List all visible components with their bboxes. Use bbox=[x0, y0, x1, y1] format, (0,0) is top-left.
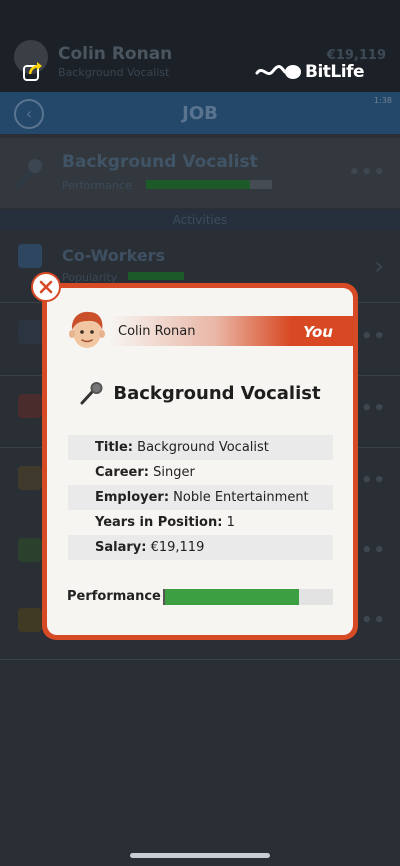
activity-icon bbox=[18, 608, 42, 632]
job-card-performance-label: Performance bbox=[62, 179, 132, 192]
detail-value: Noble Entertainment bbox=[173, 490, 309, 505]
microphone-icon bbox=[80, 382, 103, 405]
job-details-modal: Colin Ronan You Background Vocalist Titl… bbox=[42, 283, 358, 640]
job-heading-title: Background Vocalist bbox=[113, 382, 321, 404]
detail-value: €19,119 bbox=[150, 540, 205, 555]
detail-value: 1 bbox=[226, 515, 235, 530]
detail-value: Background Vocalist bbox=[137, 440, 269, 455]
sperm-logo-icon bbox=[255, 64, 301, 79]
share-icon[interactable] bbox=[22, 60, 44, 82]
avatar-icon bbox=[69, 311, 105, 348]
detail-value: Singer bbox=[153, 465, 195, 480]
nav-time: 1:38 bbox=[374, 96, 392, 105]
activity-icon bbox=[18, 538, 42, 562]
detail-label: Employer: bbox=[95, 490, 170, 505]
performance-bar-fill bbox=[165, 589, 300, 605]
detail-row-career: Career: Singer bbox=[68, 460, 333, 485]
list-item-title: Co-Workers bbox=[62, 246, 166, 265]
job-card-performance-fill bbox=[146, 180, 250, 189]
logo-text: BitLife bbox=[305, 62, 365, 82]
detail-row-employer: Employer: Noble Entertainment bbox=[68, 485, 333, 510]
header-name: Colin Ronan bbox=[58, 44, 173, 64]
list-item-bar bbox=[128, 272, 184, 280]
nav-title: JOB bbox=[182, 103, 218, 124]
activity-icon bbox=[18, 466, 42, 490]
detail-label: Salary: bbox=[95, 540, 147, 555]
detail-row-salary: Salary: €19,119 bbox=[68, 535, 333, 560]
coworkers-icon bbox=[18, 244, 42, 268]
detail-label: Title: bbox=[95, 440, 134, 455]
job-card[interactable] bbox=[0, 138, 400, 208]
detail-row-years: Years in Position: 1 bbox=[68, 510, 333, 535]
home-indicator[interactable] bbox=[130, 853, 270, 858]
microphone-icon bbox=[16, 159, 42, 188]
person-name: Colin Ronan bbox=[118, 324, 196, 339]
detail-label: Career: bbox=[95, 465, 149, 480]
detail-row-title: Title: Background Vocalist bbox=[68, 435, 333, 460]
close-icon bbox=[39, 280, 53, 294]
modal-body: Colin Ronan You Background Vocalist Titl… bbox=[47, 288, 353, 635]
activity-icon bbox=[18, 320, 42, 344]
performance-label: Performance bbox=[67, 589, 161, 604]
bitlife-logo: BitLife bbox=[255, 59, 365, 85]
performance-bar bbox=[163, 589, 333, 605]
close-button[interactable] bbox=[31, 272, 61, 302]
job-card-title: Background Vocalist bbox=[62, 152, 258, 172]
chevron-right-icon[interactable]: › bbox=[374, 252, 384, 280]
activity-icon bbox=[18, 394, 42, 418]
header-subtitle: Background Vocalist bbox=[58, 66, 170, 79]
job-heading: Background Vocalist bbox=[47, 380, 353, 406]
detail-label: Years in Position: bbox=[95, 515, 223, 530]
more-options-icon[interactable]: ••• bbox=[348, 162, 386, 183]
person-relation: You bbox=[303, 323, 333, 341]
section-header: Activities bbox=[0, 210, 400, 230]
